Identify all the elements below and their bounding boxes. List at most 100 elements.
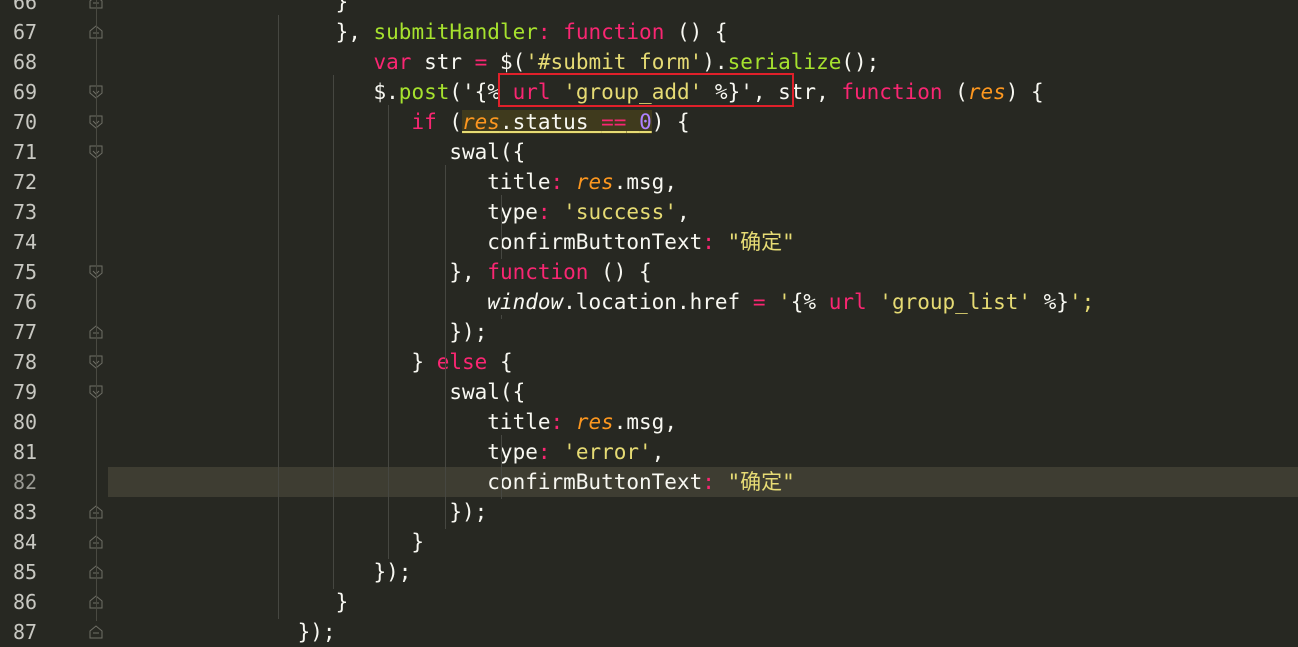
line-number: 75 xyxy=(13,260,38,284)
indent-guide xyxy=(445,165,446,529)
code-token: '#submit_form' xyxy=(525,50,703,74)
code-line[interactable]: } else { xyxy=(108,347,1298,377)
code-token: ) { xyxy=(651,110,690,134)
code-token: type xyxy=(108,440,538,464)
code-line[interactable]: } xyxy=(108,587,1298,617)
code-token: : xyxy=(702,470,728,494)
code-token: , xyxy=(676,200,690,224)
code-line[interactable]: }); xyxy=(108,317,1298,347)
code-token: res xyxy=(462,110,500,134)
line-number: 84 xyxy=(13,530,38,554)
indent-guide xyxy=(501,435,502,499)
code-token: } xyxy=(108,530,425,554)
code-token: res xyxy=(575,170,614,194)
code-token: () { xyxy=(588,260,652,284)
code-token: type xyxy=(108,200,538,224)
code-token: , xyxy=(651,440,665,464)
code-token: 'success' xyxy=(563,200,677,224)
line-number: 73 xyxy=(13,200,38,224)
code-token: url xyxy=(828,290,867,314)
code-token: 'error' xyxy=(563,440,652,464)
code-token: : xyxy=(550,170,576,194)
line-number: 76 xyxy=(13,290,38,314)
line-number: 71 xyxy=(13,140,38,164)
code-line[interactable]: title: res.msg, xyxy=(108,407,1298,437)
code-line[interactable]: }, submitHandler: function () { xyxy=(108,17,1298,47)
code-token: function xyxy=(487,260,589,284)
line-number: 74 xyxy=(13,230,38,254)
code-token: : xyxy=(537,200,564,224)
code-token: : xyxy=(537,440,564,464)
code-token: }); xyxy=(108,560,412,584)
code-token: function xyxy=(563,20,665,44)
indent-guide xyxy=(333,75,334,589)
code-token: == xyxy=(601,110,627,134)
code-token: }, xyxy=(108,260,488,284)
line-number: 77 xyxy=(13,320,38,344)
line-number: 78 xyxy=(13,350,38,374)
fold-close-icon[interactable] xyxy=(89,625,103,639)
code-line[interactable]: confirmButtonText: "确定" xyxy=(108,467,1298,497)
code-token: }); xyxy=(108,320,488,344)
code-token: ( xyxy=(436,110,463,134)
code-token: { xyxy=(487,350,513,374)
line-number: 87 xyxy=(13,620,38,644)
code-line[interactable]: type: 'success', xyxy=(108,197,1298,227)
code-line[interactable]: if (res.status == 0) { xyxy=(108,107,1298,137)
code-token: } xyxy=(108,590,349,614)
code-line[interactable]: title: res.msg, xyxy=(108,167,1298,197)
code-line[interactable]: confirmButtonText: "确定" xyxy=(108,227,1298,257)
code-token: $. xyxy=(108,80,399,104)
line-number: 67 xyxy=(13,20,38,44)
code-token: .msg, xyxy=(613,410,677,434)
line-number: 81 xyxy=(13,440,38,464)
code-token: }); xyxy=(108,500,488,524)
code-token: = xyxy=(752,290,766,314)
code-line[interactable]: } xyxy=(108,0,1298,17)
code-line[interactable]: }); xyxy=(108,617,1298,647)
code-line[interactable]: type: 'error', xyxy=(108,437,1298,467)
line-number: 83 xyxy=(13,500,38,524)
code-line[interactable]: }, function () { xyxy=(108,257,1298,287)
code-token: : xyxy=(702,230,728,254)
code-token: 0 xyxy=(639,110,652,134)
code-token: : xyxy=(550,410,576,434)
annotation-highlight-box xyxy=(498,73,794,107)
code-token: ). xyxy=(702,50,728,74)
code-token: ( xyxy=(942,80,968,104)
code-line[interactable]: }); xyxy=(108,557,1298,587)
line-number: 68 xyxy=(13,50,38,74)
code-token: '; xyxy=(1068,290,1095,314)
code-line[interactable]: swal({ xyxy=(108,377,1298,407)
code-token: .status xyxy=(499,110,602,134)
code-token: confirmButtonText xyxy=(108,230,703,254)
code-token: serialize xyxy=(727,50,842,74)
code-line[interactable]: window.location.href = '{% url 'group_li… xyxy=(108,287,1298,317)
code-line[interactable]: }); xyxy=(108,497,1298,527)
code-token: 'group_list' xyxy=(879,290,1032,314)
line-number: 86 xyxy=(13,590,38,614)
code-token: $( xyxy=(487,50,526,74)
code-line[interactable]: swal({ xyxy=(108,137,1298,167)
line-number: 79 xyxy=(13,380,38,404)
code-token: str xyxy=(411,50,475,74)
fold-guide-line xyxy=(96,0,97,621)
code-token: }, xyxy=(108,20,374,44)
code-token: function xyxy=(841,80,943,104)
indent-guide xyxy=(388,105,389,559)
code-token: = xyxy=(474,50,488,74)
indent-guide xyxy=(501,315,502,319)
indent-guide xyxy=(278,15,279,619)
indent-guide xyxy=(501,195,502,259)
code-token: %} xyxy=(1031,290,1069,314)
line-number: 69 xyxy=(13,80,38,104)
code-line[interactable]: } xyxy=(108,527,1298,557)
code-editor[interactable]: 66 67 68 69 70 71 72 73 74 75 76 77 78 79 80 81 82 83 84 85… xyxy=(0,0,1298,644)
code-token: res xyxy=(967,80,1006,104)
line-number: 72 xyxy=(13,170,38,194)
code-token: title xyxy=(108,410,551,434)
